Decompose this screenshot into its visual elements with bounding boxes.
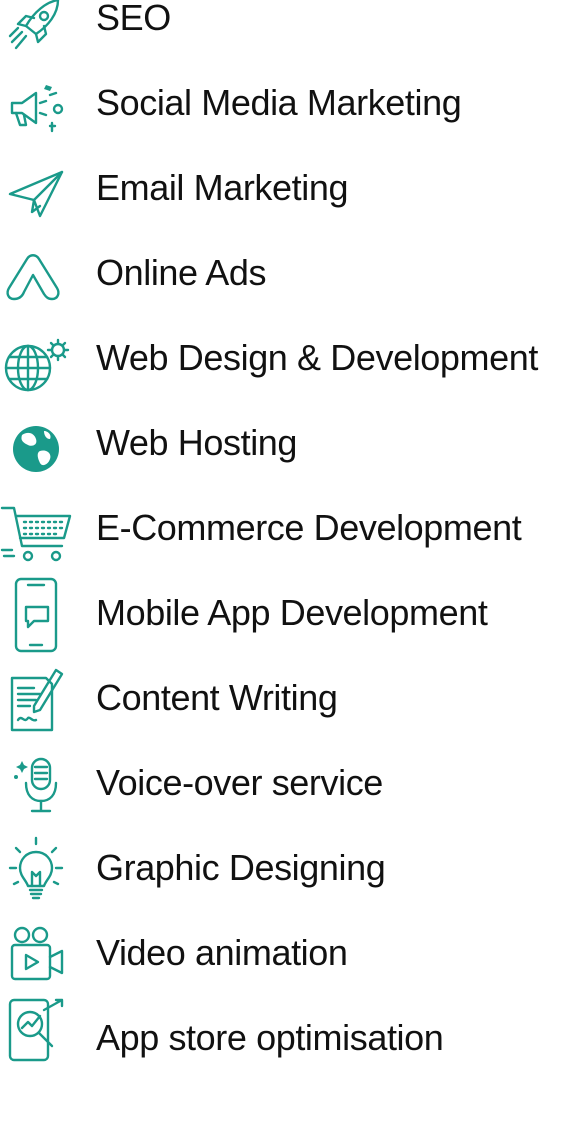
mobile-phone-icon xyxy=(0,577,74,653)
document-pen-icon xyxy=(0,668,74,736)
service-label: SEO xyxy=(96,0,171,38)
service-label: Mobile App Development xyxy=(96,592,488,633)
magnifier-chart-icon xyxy=(0,998,74,1076)
service-label: App store optimisation xyxy=(96,1017,444,1058)
megaphone-icon xyxy=(0,79,74,141)
globe-gear-icon xyxy=(0,334,74,396)
service-label: Video animation xyxy=(96,932,348,973)
service-item-email-marketing: Email Marketing xyxy=(0,167,583,274)
service-label: Content Writing xyxy=(96,677,338,718)
service-label: Web Design & Development xyxy=(96,337,538,378)
microphone-icon xyxy=(0,757,74,821)
rocket-icon xyxy=(0,0,74,56)
service-label: Graphic Designing xyxy=(96,847,386,888)
service-label: Online Ads xyxy=(96,252,267,293)
video-camera-icon xyxy=(0,926,74,991)
earth-icon xyxy=(0,419,74,481)
ads-logo-icon xyxy=(0,249,74,311)
service-label: Voice-over service xyxy=(96,762,383,803)
light-bulb-icon xyxy=(0,836,74,906)
paper-plane-icon xyxy=(0,164,74,226)
service-label: E-Commerce Development xyxy=(96,507,522,548)
service-label: Web Hosting xyxy=(96,422,298,463)
service-label: Social Media Marketing xyxy=(96,82,462,123)
service-label: Email Marketing xyxy=(96,167,349,208)
shopping-cart-icon xyxy=(0,504,74,566)
service-item-app-store-optimisation: App store optimisation xyxy=(0,998,583,1124)
services-list: SEO Social Media Marketing Email Marketi… xyxy=(0,0,583,1064)
